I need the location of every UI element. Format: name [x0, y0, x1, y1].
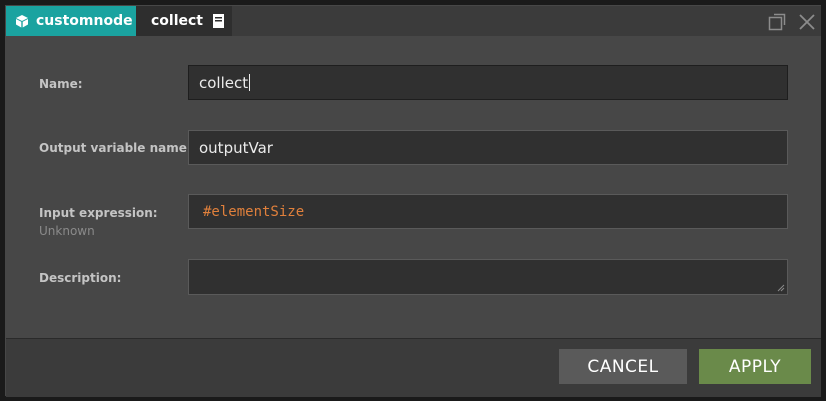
dialog-form: Name: collect Output variable name: outp…: [6, 36, 821, 337]
description-textarea[interactable]: [188, 259, 788, 295]
tab-node-type[interactable]: customnode: [6, 6, 136, 36]
input-expression-input[interactable]: #elementSize: [188, 194, 788, 229]
output-variable-value: outputVar: [199, 138, 273, 157]
dialog-titlebar: customnode collect: [6, 6, 821, 36]
description-label: Description:: [39, 271, 122, 285]
output-variable-label: Output variable name:: [39, 141, 192, 155]
tab-node-type-label: customnode: [36, 13, 133, 29]
apply-button[interactable]: APPLY: [699, 349, 811, 384]
name-input[interactable]: collect: [188, 65, 788, 100]
cube-icon: [15, 14, 29, 28]
cancel-button[interactable]: CANCEL: [559, 349, 687, 384]
name-input-value: collect: [199, 73, 249, 92]
input-expression-value: #elementSize: [203, 203, 305, 220]
tab-node-name[interactable]: collect: [136, 6, 232, 36]
text-caret: [249, 74, 251, 91]
input-expression-label: Input expression:: [39, 206, 158, 220]
custom-node-dialog: customnode collect Name: collect Output …: [0, 0, 826, 401]
tab-node-name-label: collect: [151, 13, 204, 29]
close-icon[interactable]: [798, 13, 816, 31]
resize-grip-icon[interactable]: [777, 284, 785, 292]
document-icon[interactable]: [213, 14, 225, 28]
name-label: Name:: [39, 77, 83, 91]
output-variable-input[interactable]: outputVar: [188, 130, 788, 165]
dialog-footer: CANCEL APPLY: [6, 338, 821, 397]
maximize-icon[interactable]: [768, 13, 786, 31]
input-expression-type: Unknown: [39, 224, 95, 238]
